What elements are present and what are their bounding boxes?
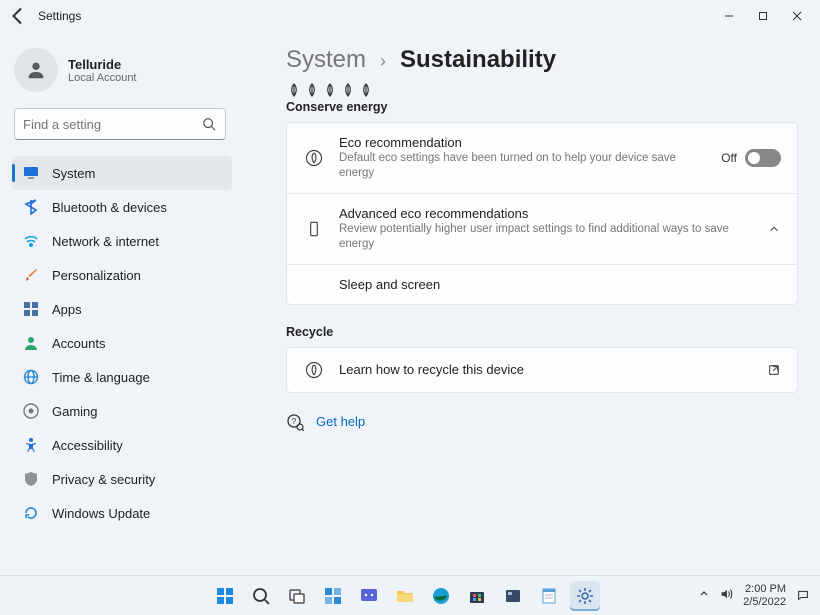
taskbar-search[interactable] [246,581,276,611]
taskbar-edge[interactable] [426,581,456,611]
sidebar-item-label: Accounts [52,336,105,351]
gaming-icon [22,402,40,420]
apps-icon [22,300,40,318]
section-recycle-label: Recycle [286,325,798,339]
close-button[interactable] [780,2,814,30]
person-icon [22,334,40,352]
taskbar-explorer[interactable] [390,581,420,611]
tray-notif-icon[interactable] [796,587,810,604]
get-help-row[interactable]: ? Get help [286,413,798,431]
taskbar: 2:00 PM 2/5/2022 [0,575,820,615]
taskbar-settings[interactable] [570,581,600,611]
main-content: System › Sustainability Conserve energy [240,32,820,575]
taskbar-store[interactable] [462,581,492,611]
back-button[interactable] [6,4,30,28]
eco-toggle[interactable] [745,149,781,167]
card-title: Learn how to recycle this device [339,362,753,377]
system-tray[interactable]: 2:00 PM 2/5/2022 [689,583,820,608]
section-conserve-label: Conserve energy [286,100,798,114]
taskbar-date: 2/5/2022 [743,596,786,609]
sidebar-item-label: Personalization [52,268,141,283]
accessibility-icon [22,436,40,454]
taskbar-clock[interactable]: 2:00 PM 2/5/2022 [743,583,786,608]
sidebar-item-label: System [52,166,95,181]
breadcrumb-current: Sustainability [400,46,556,74]
recycle-group: Learn how to recycle this device [286,347,798,393]
search-input[interactable] [23,117,201,132]
chevron-right-icon: › [380,51,386,72]
leaf-icon [303,148,325,168]
recycle-icon [303,360,325,380]
toggle-state: Off [721,151,737,165]
sidebar-item-windows-update[interactable]: Windows Update [12,496,232,530]
advanced-eco-row[interactable]: Advanced eco recommendations Review pote… [287,194,797,265]
taskbar-notepad[interactable] [534,581,564,611]
start-button[interactable] [210,581,240,611]
sidebar-item-label: Bluetooth & devices [52,200,167,215]
sidebar-item-label: Privacy & security [52,472,155,487]
sidebar-item-bluetooth[interactable]: Bluetooth & devices [12,190,232,224]
profile[interactable]: Telluride Local Account [12,44,232,106]
breadcrumb-root[interactable]: System [286,46,366,74]
tray-volume-icon[interactable] [719,587,733,604]
nav: System Bluetooth & devices Network & int… [12,156,232,530]
sidebar-item-network[interactable]: Network & internet [12,224,232,258]
globe-icon [22,368,40,386]
sidebar-item-system[interactable]: System [12,156,232,190]
sidebar-item-label: Time & language [52,370,150,385]
card-title: Advanced eco recommendations [339,206,753,221]
sidebar-item-gaming[interactable]: Gaming [12,394,232,428]
update-icon [22,504,40,522]
wifi-icon [22,232,40,250]
sidebar-item-label: Apps [52,302,82,317]
sidebar-item-label: Network & internet [52,234,159,249]
sidebar-item-label: Accessibility [52,438,123,453]
subrow-label: Sleep and screen [339,277,440,292]
card-sub: Default eco settings have been turned on… [339,151,699,181]
device-icon [303,219,325,239]
eco-recommendation-row[interactable]: Eco recommendation Default eco settings … [287,123,797,194]
sidebar-item-accounts[interactable]: Accounts [12,326,232,360]
sidebar-item-label: Gaming [52,404,98,419]
bluetooth-icon [22,198,40,216]
card-title: Eco recommendation [339,135,707,150]
open-external-icon [767,363,781,377]
help-icon: ? [286,413,304,431]
tray-chevron-icon[interactable] [699,589,709,602]
sidebar-item-personalization[interactable]: Personalization [12,258,232,292]
sleep-and-screen-row[interactable]: Sleep and screen [287,265,797,304]
taskbar-time: 2:00 PM [743,583,786,596]
minimize-button[interactable] [712,2,746,30]
maximize-button[interactable] [746,2,780,30]
profile-sub: Local Account [68,72,137,84]
eco-rating-icon [286,82,798,98]
taskbar-widgets[interactable] [318,581,348,611]
sidebar-item-privacy[interactable]: Privacy & security [12,462,232,496]
sidebar-item-label: Windows Update [52,506,150,521]
get-help-link[interactable]: Get help [316,414,365,429]
titlebar: Settings [0,0,820,32]
shield-icon [22,470,40,488]
brush-icon [22,266,40,284]
window-title: Settings [38,9,81,23]
recycle-learn-row[interactable]: Learn how to recycle this device [287,348,797,392]
search-input-container[interactable] [14,108,226,140]
chevron-up-icon [767,222,781,236]
display-icon [22,164,40,182]
sidebar-item-time-language[interactable]: Time & language [12,360,232,394]
card-sub: Review potentially higher user impact se… [339,222,753,252]
svg-text:?: ? [292,417,297,426]
profile-name: Telluride [68,57,137,72]
sidebar: Telluride Local Account System Bluetooth… [0,32,240,575]
conserve-group: Eco recommendation Default eco settings … [286,122,798,305]
avatar [14,48,58,92]
search-icon [201,116,217,132]
sidebar-item-accessibility[interactable]: Accessibility [12,428,232,462]
taskbar-chat[interactable] [354,581,384,611]
sidebar-item-apps[interactable]: Apps [12,292,232,326]
taskbar-app1[interactable] [498,581,528,611]
taskbar-taskview[interactable] [282,581,312,611]
breadcrumb: System › Sustainability [286,46,798,74]
